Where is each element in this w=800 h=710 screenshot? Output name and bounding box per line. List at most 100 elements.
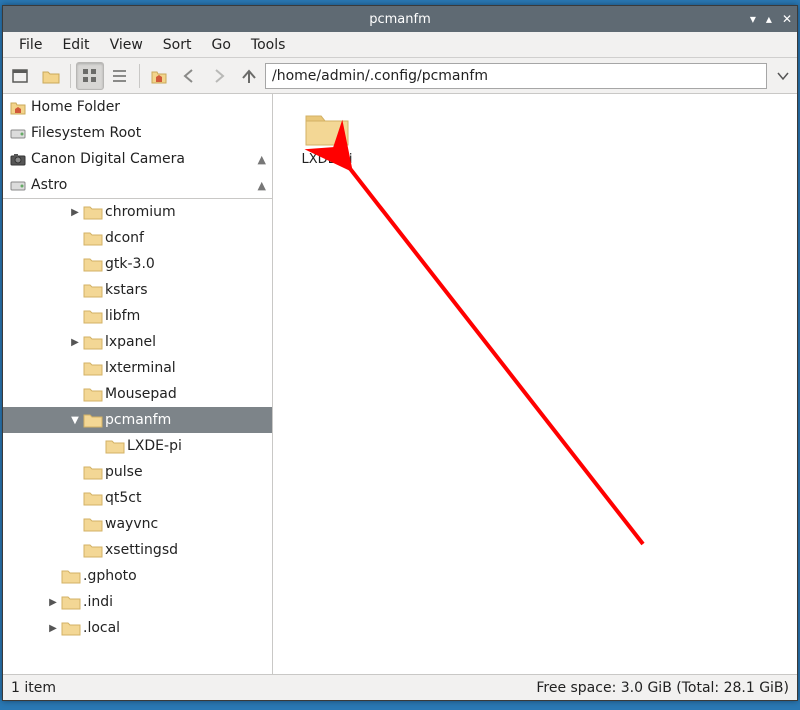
folder-icon <box>303 108 351 148</box>
eject-icon[interactable]: ▲ <box>258 179 266 192</box>
tree-label: chromium <box>105 204 176 220</box>
tree-row[interactable]: dconf <box>3 225 272 251</box>
tree-row[interactable]: pulse <box>3 459 272 485</box>
folder-item[interactable]: LXDE-pi <box>287 108 367 167</box>
tree-row[interactable]: ▼ pcmanfm <box>3 407 272 433</box>
eject-icon[interactable]: ▲ <box>258 153 266 166</box>
tree-row[interactable]: libfm <box>3 303 272 329</box>
tree-row[interactable]: lxterminal <box>3 355 272 381</box>
expander-icon[interactable]: ▶ <box>69 337 81 348</box>
icon-view-button[interactable] <box>76 62 104 90</box>
minimize-button[interactable]: ▾ <box>750 12 756 26</box>
tree-row[interactable]: ▶ .local <box>3 615 272 641</box>
place-home[interactable]: Home Folder <box>3 94 272 120</box>
arrow-left-icon <box>179 66 199 86</box>
status-left: 1 item <box>11 680 56 696</box>
tree-label: kstars <box>105 282 148 298</box>
close-button[interactable]: ✕ <box>782 12 792 26</box>
menu-file[interactable]: File <box>9 34 52 56</box>
folder-tree[interactable]: ▶ chromium dconf gtk-3.0 kstars libfm ▶ lxpanel… <box>3 199 272 674</box>
menu-tools[interactable]: Tools <box>241 34 296 56</box>
item-label: LXDE-pi <box>302 152 353 167</box>
tree-row[interactable]: ▶ lxpanel <box>3 329 272 355</box>
tree-row[interactable]: wayvnc <box>3 511 272 537</box>
expander-icon[interactable]: ▶ <box>69 207 81 218</box>
toolbar: /home/admin/.config/pcmanfm <box>3 58 797 94</box>
place-label: Home Folder <box>31 99 120 115</box>
expander-icon[interactable]: ▶ <box>47 623 59 634</box>
expander-icon[interactable]: ▼ <box>69 415 81 426</box>
tree-label: xsettingsd <box>105 542 178 558</box>
tree-label: .gphoto <box>83 568 137 584</box>
tree-label: wayvnc <box>105 516 158 532</box>
menu-edit[interactable]: Edit <box>52 34 99 56</box>
expander-icon[interactable]: ▶ <box>47 597 59 608</box>
open-folder-button[interactable] <box>37 62 65 90</box>
tree-row[interactable]: xsettingsd <box>3 537 272 563</box>
tree-row[interactable]: ▶ chromium <box>3 199 272 225</box>
main-area: Home Folder Filesystem Root Canon Digita… <box>3 94 797 674</box>
forward-button[interactable] <box>205 62 233 90</box>
address-dropdown[interactable] <box>773 63 793 89</box>
address-bar[interactable]: /home/admin/.config/pcmanfm <box>265 63 767 89</box>
sidebar: Home Folder Filesystem Root Canon Digita… <box>3 94 273 674</box>
tree-label: LXDE-pi <box>127 438 182 454</box>
tree-row[interactable]: gtk-3.0 <box>3 251 272 277</box>
arrow-right-icon <box>209 66 229 86</box>
address-path: /home/admin/.config/pcmanfm <box>272 68 488 84</box>
statusbar: 1 item Free space: 3.0 GiB (Total: 28.1 … <box>3 674 797 700</box>
tree-row[interactable]: qt5ct <box>3 485 272 511</box>
place-label: Astro <box>31 177 67 193</box>
tree-row[interactable]: LXDE-pi <box>3 433 272 459</box>
tree-row[interactable]: ▶ .indi <box>3 589 272 615</box>
tree-label: Mousepad <box>105 386 177 402</box>
annotation-arrow <box>273 94 793 674</box>
tree-label: lxpanel <box>105 334 156 350</box>
back-button[interactable] <box>175 62 203 90</box>
menubar: File Edit View Sort Go Tools <box>3 32 797 58</box>
menu-view[interactable]: View <box>100 34 153 56</box>
maximize-button[interactable]: ▴ <box>766 12 772 26</box>
new-tab-icon <box>11 66 31 86</box>
camera-icon <box>9 150 27 168</box>
tree-label: qt5ct <box>105 490 141 506</box>
icon-view-icon <box>80 66 100 86</box>
tree-label: pcmanfm <box>105 412 171 428</box>
arrow-up-icon <box>239 66 259 86</box>
tree-label: gtk-3.0 <box>105 256 155 272</box>
chevron-down-icon <box>777 70 789 82</box>
place-label: Filesystem Root <box>31 125 141 141</box>
menu-go[interactable]: Go <box>202 34 241 56</box>
toolbar-separator <box>139 64 140 88</box>
new-tab-button[interactable] <box>7 62 35 90</box>
tree-row[interactable]: kstars <box>3 277 272 303</box>
tree-row[interactable]: Mousepad <box>3 381 272 407</box>
place-root[interactable]: Filesystem Root <box>3 120 272 146</box>
drive-icon <box>9 124 27 142</box>
toolbar-separator <box>70 64 71 88</box>
place-camera[interactable]: Canon Digital Camera ▲ <box>3 146 272 172</box>
drive-icon <box>9 176 27 194</box>
tree-label: .indi <box>83 594 113 610</box>
tree-label: pulse <box>105 464 143 480</box>
place-astro[interactable]: Astro ▲ <box>3 172 272 198</box>
tree-label: .local <box>83 620 120 636</box>
tree-label: libfm <box>105 308 140 324</box>
list-view-button[interactable] <box>106 62 134 90</box>
menu-sort[interactable]: Sort <box>153 34 202 56</box>
window-title: pcmanfm <box>3 12 797 27</box>
home-button[interactable] <box>145 62 173 90</box>
file-manager-window: pcmanfm ▾ ▴ ✕ File Edit View Sort Go Too… <box>2 5 798 701</box>
tree-row[interactable]: .gphoto <box>3 563 272 589</box>
folder-icon <box>41 66 61 86</box>
home-icon <box>149 66 169 86</box>
content-pane[interactable]: LXDE-pi <box>273 94 797 674</box>
home-icon <box>9 98 27 116</box>
tree-label: lxterminal <box>105 360 176 376</box>
titlebar[interactable]: pcmanfm ▾ ▴ ✕ <box>3 6 797 32</box>
window-controls: ▾ ▴ ✕ <box>750 6 792 32</box>
tree-label: dconf <box>105 230 144 246</box>
places-panel: Home Folder Filesystem Root Canon Digita… <box>3 94 272 199</box>
list-view-icon <box>110 66 130 86</box>
up-button[interactable] <box>235 62 263 90</box>
